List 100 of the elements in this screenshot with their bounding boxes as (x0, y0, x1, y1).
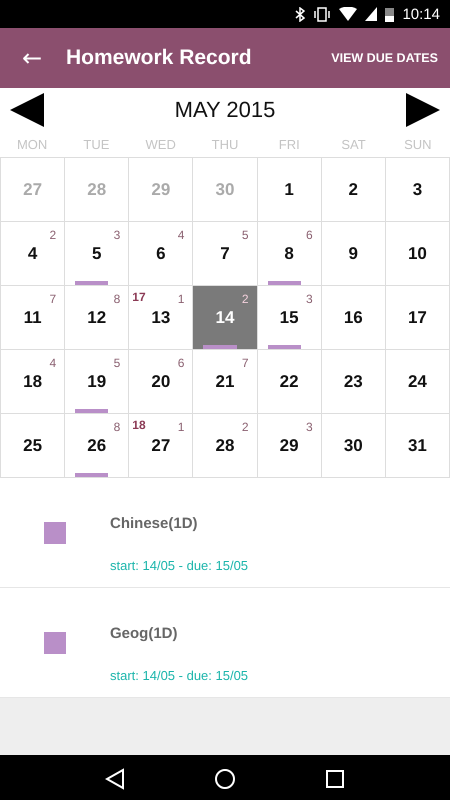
day-cell[interactable]: 6 20 (129, 350, 194, 414)
day-number: 19 (87, 372, 106, 392)
weekday-label: TUE (82, 137, 110, 152)
day-number: 13 (151, 308, 170, 328)
day-cell[interactable]: 8 12 (65, 286, 130, 350)
bluetooth-icon (295, 6, 306, 22)
day-counter: 4 (49, 356, 56, 370)
day-counter: 8 (114, 292, 120, 306)
day-cell[interactable]: 25 (1, 414, 66, 478)
subject-name: Chinese(1D) (110, 515, 199, 532)
date-range: start: 14/05 - due: 15/05 (110, 668, 248, 683)
month-title: MAY 2015 (174, 97, 276, 123)
day-number: 26 (87, 436, 106, 456)
day-cell[interactable]: 17 (386, 286, 450, 350)
day-number: 1 (284, 180, 294, 200)
day-cell[interactable]: 22 (258, 350, 322, 414)
recents-icon[interactable] (325, 769, 346, 789)
day-cell[interactable]: 18 1 27 (129, 414, 194, 478)
day-cell[interactable]: 23 (322, 350, 386, 414)
day-number: 29 (151, 180, 170, 200)
day-cell[interactable]: 3 15 (258, 286, 322, 350)
weekday-label: MON (16, 137, 48, 152)
day-counter: 7 (242, 356, 249, 370)
day-number: 4 (28, 244, 38, 264)
day-cell[interactable]: 2 (322, 158, 386, 222)
day-number: 31 (408, 436, 427, 456)
weekday-label: SUN (403, 137, 433, 152)
day-cell[interactable]: 5 19 (65, 350, 130, 414)
day-cell[interactable]: 4 18 (1, 350, 66, 414)
day-number: 20 (151, 372, 170, 392)
day-counter: 2 (242, 292, 249, 306)
day-number: 12 (87, 308, 106, 328)
day-cell[interactable]: 3 29 (258, 414, 322, 478)
screen-title: Homework Record (66, 46, 253, 70)
day-number: 22 (280, 372, 299, 392)
day-counter: 1 (178, 420, 184, 434)
day-cell[interactable]: 1 (258, 158, 322, 222)
day-number: 10 (408, 244, 427, 264)
day-cell[interactable]: 3 5 (65, 222, 130, 286)
week-number: 17 (132, 290, 146, 304)
weekday-label: THU (210, 137, 240, 152)
homework-item[interactable]: Chinese(1D) start: 14/05 - due: 15/05 (0, 478, 450, 588)
day-cell[interactable]: 6 8 (258, 222, 322, 286)
day-number: 7 (220, 244, 230, 264)
day-counter: 5 (242, 228, 249, 242)
day-number: 5 (92, 244, 102, 264)
next-month-button[interactable] (406, 93, 440, 127)
day-counter: 6 (306, 228, 313, 242)
day-number: 23 (344, 372, 363, 392)
day-cell[interactable]: 30 (322, 414, 386, 478)
day-cell[interactable]: 4 6 (129, 222, 194, 286)
day-counter: 8 (114, 420, 120, 434)
day-number: 27 (23, 180, 42, 200)
day-number: 28 (87, 180, 106, 200)
day-cell[interactable]: 2 28 (193, 414, 258, 478)
day-cell[interactable]: 10 (386, 222, 450, 286)
day-counter: 7 (49, 292, 56, 306)
day-cell[interactable]: 9 (322, 222, 386, 286)
day-cell[interactable]: 7 21 (193, 350, 258, 414)
view-due-dates-button[interactable]: VIEW DUE DATES (327, 47, 442, 69)
day-counter: 5 (114, 356, 120, 370)
weekday-label: SAT (340, 137, 367, 152)
day-counter: 2 (242, 420, 249, 434)
day-number: 15 (280, 308, 299, 328)
day-cell[interactable]: 7 11 (1, 286, 66, 350)
weekday-label: WED (144, 137, 177, 152)
status-time: 10:14 (402, 6, 440, 22)
weekday-label: FRI (278, 137, 301, 152)
day-number: 30 (216, 180, 234, 200)
day-number: 6 (156, 244, 166, 264)
previous-month-button[interactable] (10, 93, 44, 127)
day-number: 29 (280, 436, 299, 456)
day-cell[interactable]: 24 (386, 350, 450, 414)
day-number: 25 (23, 436, 42, 456)
day-number: 18 (23, 372, 42, 392)
day-cell[interactable]: 5 7 (193, 222, 258, 286)
day-number: 3 (412, 180, 422, 200)
subject-name: Geog(1D) (110, 625, 178, 642)
day-cell[interactable]: 3 (386, 158, 450, 222)
wifi-icon (339, 7, 358, 21)
day-counter: 4 (178, 228, 184, 242)
day-number: 9 (348, 244, 358, 264)
day-number: 30 (344, 436, 363, 456)
day-cell[interactable]: 16 (322, 286, 386, 350)
day-cell[interactable]: 17 1 13 (129, 286, 194, 350)
day-number: 16 (344, 308, 363, 328)
day-counter: 1 (178, 292, 184, 306)
home-icon[interactable] (214, 768, 236, 790)
week-number: 18 (132, 418, 146, 432)
day-counter: 3 (306, 292, 313, 306)
back-button[interactable]: ← (20, 44, 44, 72)
day-cell[interactable]: 31 (386, 414, 450, 478)
signal-icon (365, 7, 378, 21)
day-cell[interactable]: 2 14 (193, 286, 258, 350)
day-cell[interactable]: 8 26 (65, 414, 130, 478)
day-cell[interactable]: 2 4 (1, 222, 66, 286)
day-number: 24 (408, 372, 427, 392)
day-number: 8 (284, 244, 294, 264)
day-number: 14 (216, 308, 234, 328)
back-nav-icon[interactable] (104, 768, 125, 790)
